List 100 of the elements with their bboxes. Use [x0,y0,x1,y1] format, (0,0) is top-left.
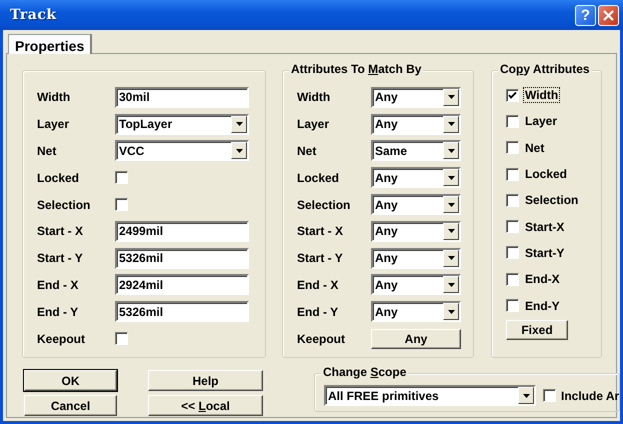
combo-value: TopLayer [118,117,174,132]
dialog-button[interactable]: << Local [148,395,263,416]
dropdown-button[interactable] [443,88,459,106]
field-label: End - Y [297,304,340,319]
combo-value: Any [374,304,399,319]
checkbox-label: End-X [524,272,561,286]
text-field[interactable]: 5326mil [115,301,249,322]
dropdown-button[interactable] [443,116,459,133]
checkbox[interactable] [506,272,519,286]
window-title: Track [10,7,58,23]
dropdown-field[interactable]: Any [371,301,461,322]
checkbox-label: Net [524,140,546,155]
fixed-button[interactable]: Fixed [506,320,568,340]
caret-icon [448,310,454,314]
caret-icon [448,256,454,260]
checkbox-label: End-Y [524,298,561,313]
dropdown-button[interactable] [443,196,459,214]
dropdown-field[interactable]: VCC [115,140,249,162]
field-label: Start - X [297,224,344,238]
dialog-button[interactable]: OK [24,370,117,391]
checkbox[interactable] [506,246,519,260]
dropdown-button[interactable] [443,142,459,160]
combo-value: VCC [118,144,146,158]
dropdown-button[interactable] [443,303,459,320]
checkbox[interactable] [506,168,519,181]
field-label: Selection [37,198,92,212]
dialog-button[interactable]: Cancel [24,395,117,416]
close-button[interactable] [598,4,619,26]
checkbox[interactable] [115,198,128,212]
caret-icon [448,95,454,100]
close-icon [603,10,614,20]
dropdown-field[interactable]: Any [371,248,461,269]
caret-icon [448,122,454,126]
caret-icon [236,148,242,153]
field-label: End - X [37,278,80,292]
field-label: Net [37,144,58,158]
combo-value: Any [374,117,399,132]
field-label: Layer [297,117,330,132]
field-label: End - X [297,278,340,292]
checkbox-label: Selection [524,193,580,208]
text-field[interactable]: 30mil [115,86,249,108]
checkbox[interactable] [115,332,128,346]
dropdown-button[interactable] [443,276,459,294]
checkbox[interactable] [115,171,128,184]
combo-value: Any [374,224,399,238]
checkbox[interactable] [506,299,519,312]
field-label: Selection [297,198,352,212]
checkbox[interactable] [506,194,519,207]
group-title: Copy Attributes [498,62,592,76]
dropdown-button[interactable] [443,250,459,267]
checkbox-label: Start-Y [524,246,566,260]
combo-value: Any [374,198,399,212]
dropdown-button[interactable] [443,222,459,240]
dropdown-field[interactable]: Any [371,194,461,216]
dropdown-field[interactable]: Any [371,86,461,108]
dropdown-field[interactable]: Any [371,114,461,135]
checkbox[interactable] [543,389,556,402]
field-label: Start - Y [297,251,344,266]
group-title: Attributes To Match By [289,62,424,76]
dropdown-field[interactable]: TopLayer [115,114,249,135]
checkbox-label: Locked [524,167,568,182]
field-label: Width [37,90,72,104]
checkbox-label: Include Ar [561,388,620,402]
caret-icon [448,148,454,153]
checkbox[interactable] [506,88,519,102]
dropdown-button[interactable] [231,142,247,160]
dropdown-field[interactable]: Any [371,167,461,188]
text-field[interactable]: 2499mil [115,220,249,242]
combo-value: Any [374,170,399,185]
dropdown-field[interactable]: Any [371,274,461,296]
text-field[interactable]: 2924mil [115,274,249,296]
dropdown-field[interactable]: Same [371,140,461,162]
field-label: Locked [297,170,340,185]
checkbox[interactable] [506,114,519,128]
checkbox[interactable] [506,141,519,154]
dropdown-button[interactable] [231,116,247,133]
combo-value: Any [374,90,399,104]
field-label: Keepout [297,332,346,346]
any-button[interactable]: Any [371,328,461,349]
field-label: Keepout [37,332,86,346]
group-title: Change Scope [321,365,408,379]
caret-icon [236,122,242,126]
checkbox-label: Width [524,88,560,102]
help-button[interactable]: ? [575,4,596,26]
field-label: Start - Y [37,251,84,266]
dropdown-field[interactable]: All FREE primitives [324,385,536,406]
field-label: Net [297,144,318,158]
caret-icon [448,176,454,180]
caret-icon [448,202,454,207]
tab[interactable]: Properties [8,34,92,54]
text-field[interactable]: 5326mil [115,248,249,269]
checkbox[interactable] [506,220,519,234]
dropdown-button[interactable] [443,169,459,186]
dialog-button[interactable]: Help [148,370,263,391]
field-label: Start - X [37,224,84,238]
caret-icon [522,394,530,398]
combo-value: Any [374,278,399,292]
combo-value: Any [374,251,399,266]
dropdown-field[interactable]: Any [371,220,461,242]
dropdown-button[interactable] [518,387,534,404]
